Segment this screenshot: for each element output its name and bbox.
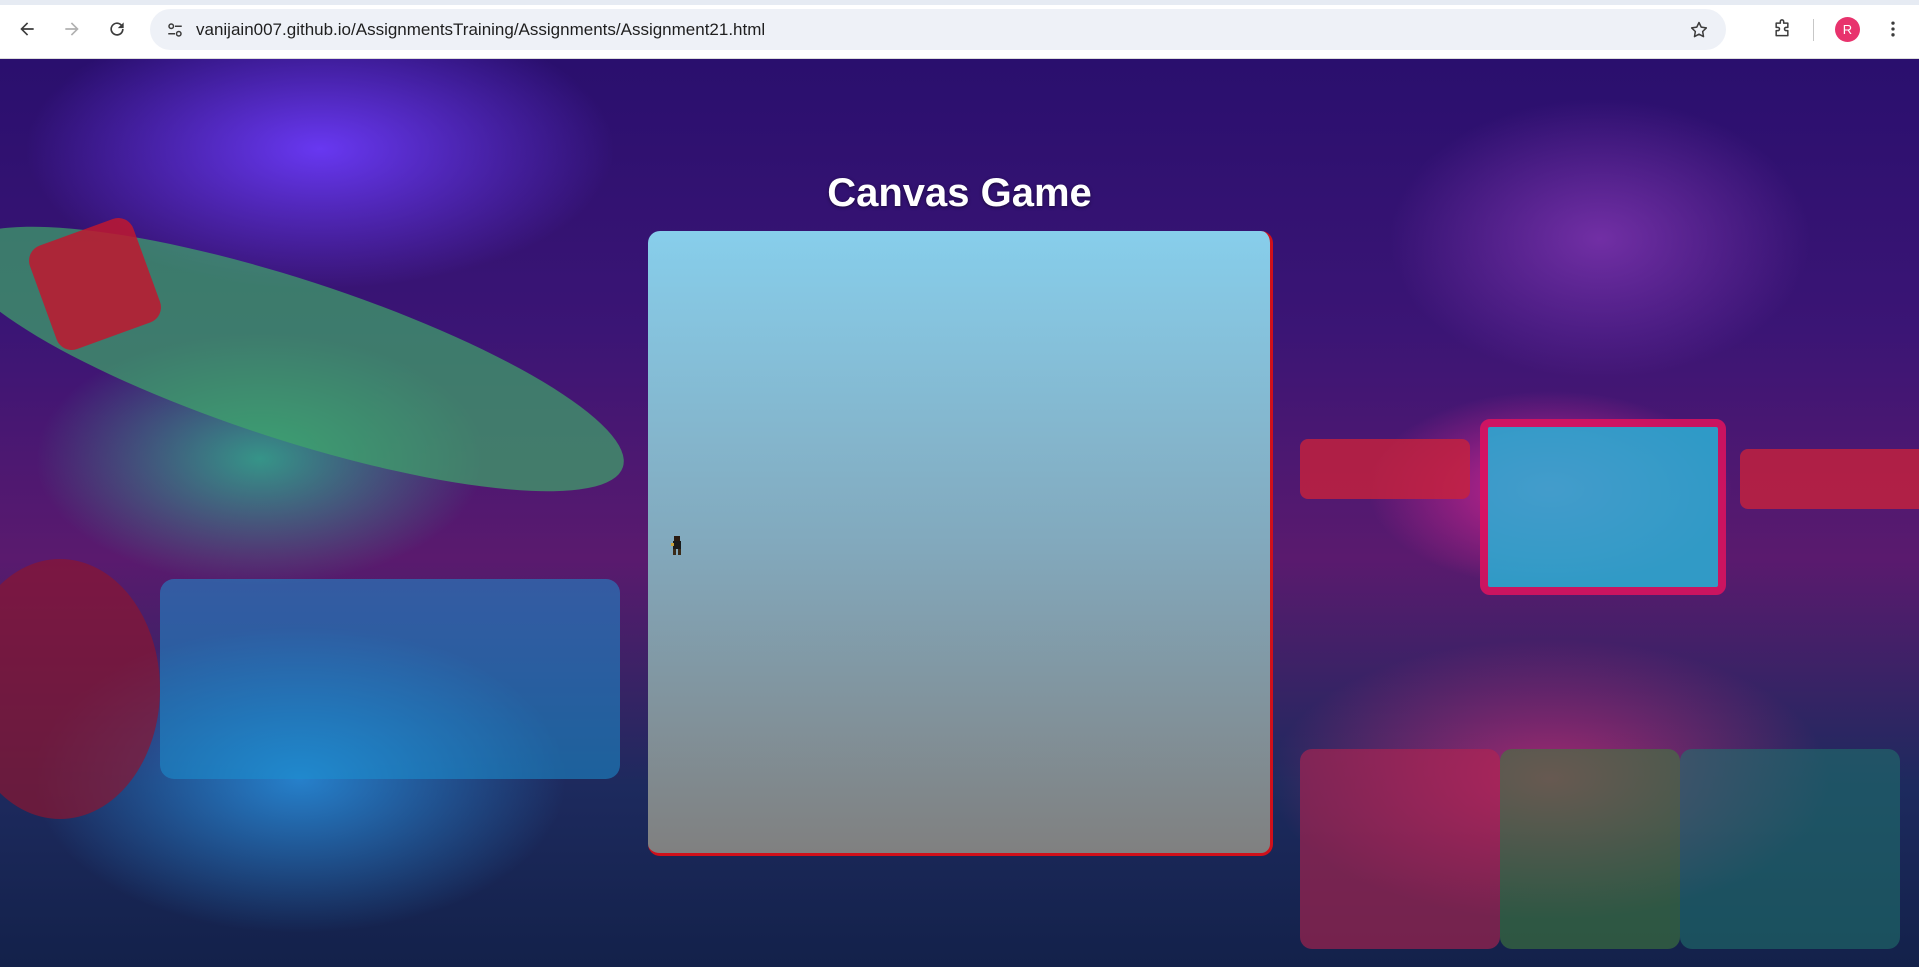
player-sprite — [671, 536, 681, 555]
tune-icon — [168, 23, 182, 37]
game-canvas[interactable] — [648, 231, 1273, 856]
reload-button[interactable] — [100, 12, 134, 46]
background-decoration — [1300, 749, 1500, 949]
background-decoration — [1300, 439, 1470, 499]
arrow-left-icon — [20, 22, 34, 36]
arrow-right-icon — [65, 22, 79, 36]
star-icon — [1690, 21, 1708, 38]
background-decoration — [0, 559, 160, 819]
profile-avatar[interactable]: R — [1835, 17, 1860, 42]
page-background: Canvas Game — [0, 59, 1919, 967]
address-bar[interactable]: vanijain007.github.io/AssignmentsTrainin… — [150, 9, 1726, 50]
extensions-button[interactable] — [1765, 12, 1799, 46]
toolbar-divider — [1813, 19, 1814, 41]
url-text[interactable]: vanijain007.github.io/AssignmentsTrainin… — [196, 20, 765, 40]
forward-button[interactable] — [55, 12, 89, 46]
puzzle-icon — [1775, 19, 1789, 37]
background-decoration — [1500, 749, 1680, 949]
reload-icon — [110, 22, 124, 36]
background-decoration — [1480, 419, 1726, 595]
browser-menu-button[interactable] — [1876, 12, 1910, 46]
page-title: Canvas Game — [827, 171, 1092, 215]
background-decoration — [160, 579, 620, 779]
kebab-menu-icon — [1891, 21, 1895, 37]
site-info-button[interactable] — [158, 13, 192, 47]
tab-strip-edge — [0, 0, 1919, 5]
background-decoration — [1740, 449, 1919, 509]
bookmark-button[interactable] — [1682, 13, 1716, 47]
browser-toolbar: vanijain007.github.io/AssignmentsTrainin… — [0, 0, 1919, 59]
back-button[interactable] — [10, 12, 44, 46]
background-decoration — [1680, 749, 1900, 949]
